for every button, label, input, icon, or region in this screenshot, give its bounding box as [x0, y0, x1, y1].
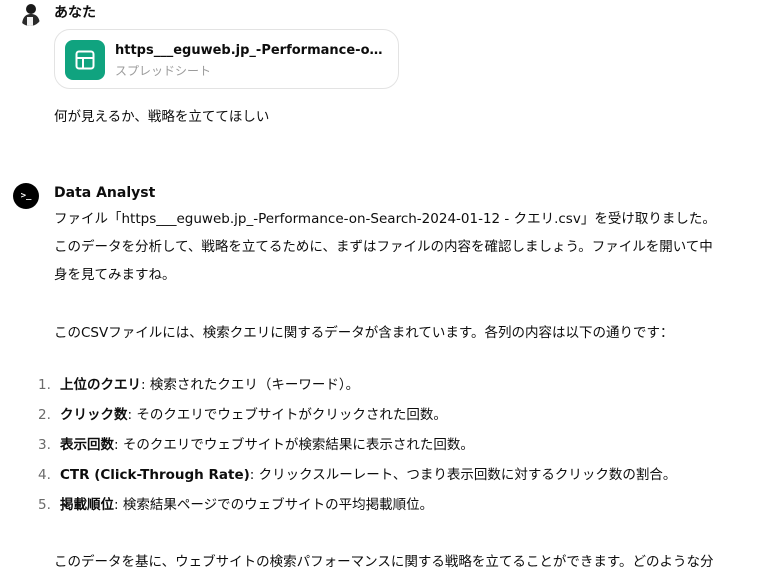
list-number: 4.	[38, 467, 51, 483]
list-item: 3. 表示回数: そのクエリでウェブサイトが検索結果に表示された回数。	[38, 430, 738, 460]
list-item: 2. クリック数: そのクエリでウェブサイトがクリックされた回数。	[38, 400, 738, 430]
assistant-name: Data Analyst	[54, 185, 156, 201]
user-name: あなた	[54, 5, 96, 21]
list-item: 5. 掲載順位: 検索結果ページでのウェブサイトの平均掲載順位。	[38, 490, 738, 520]
list-term: 表示回数	[60, 437, 114, 453]
attachment-card[interactable]: https___eguweb.jp_-Performance-on-... スプ…	[54, 29, 399, 89]
list-term: 上位のクエリ	[60, 377, 141, 393]
attachment-file-type: スプレッドシート	[115, 64, 212, 78]
list-item: 4. CTR (Click-Through Rate): クリックスルーレート、つ…	[38, 460, 738, 490]
assistant-paragraph-intro: ファイル「https___eguweb.jp_-Performance-on-S…	[54, 211, 716, 283]
user-message-text: 何が見えるか、戦略を立ててほしい	[54, 109, 270, 125]
list-term: クリック数	[60, 407, 128, 423]
list-number: 1.	[38, 377, 51, 393]
column-list: 1. 上位のクエリ: 検索されたクエリ（キーワード）。 2. クリック数: そのクエ…	[38, 370, 738, 520]
list-term: CTR (Click-Through Rate)	[60, 467, 250, 483]
user-avatar[interactable]	[18, 2, 42, 26]
list-term: 掲載順位	[60, 497, 114, 513]
list-description: : 検索されたクエリ（キーワード）。	[141, 377, 360, 393]
list-description: : そのクエリでウェブサイトが検索結果に表示された回数。	[114, 437, 474, 453]
list-description: : 検索結果ページでのウェブサイトの平均掲載順位。	[114, 497, 434, 513]
list-item: 1. 上位のクエリ: 検索されたクエリ（キーワード）。	[38, 370, 738, 400]
list-number: 5.	[38, 497, 51, 513]
assistant-paragraph-columns: このCSVファイルには、検索クエリに関するデータが含まれています。各列の内容は以…	[54, 325, 674, 341]
list-description: : クリックスルーレート、つまり表示回数に対するクリック数の割合。	[249, 467, 677, 483]
user-photo-icon	[18, 2, 42, 26]
list-description: : そのクエリでウェブサイトがクリックされた回数。	[127, 407, 447, 423]
attachment-file-name: https___eguweb.jp_-Performance-on-...	[115, 43, 387, 58]
list-number: 2.	[38, 407, 51, 423]
list-number: 3.	[38, 437, 51, 453]
data-analyst-avatar-icon: >_	[13, 183, 39, 209]
spreadsheet-icon	[65, 40, 105, 80]
assistant-paragraph-strategy: このデータを基に、ウェブサイトの検索パフォーマンスに関する戦略を立てることができ…	[54, 554, 714, 570]
